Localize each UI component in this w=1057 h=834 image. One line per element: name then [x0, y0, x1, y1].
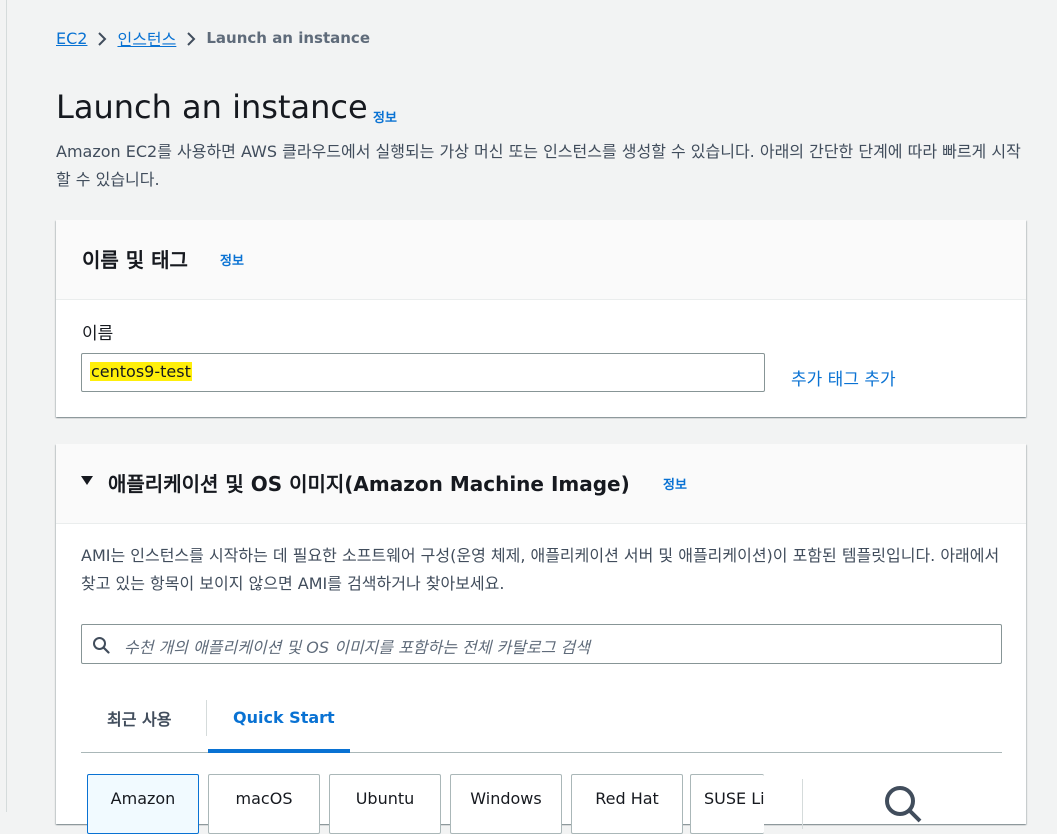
content-left-border — [6, 0, 7, 812]
chevron-right-icon — [87, 29, 117, 48]
name-input[interactable]: centos9-test — [81, 353, 765, 392]
add-tags-link[interactable]: 추가 태그 추가 — [791, 365, 896, 390]
name-tags-info-link[interactable]: 정보 — [220, 250, 244, 269]
breadcrumb-current: Launch an instance — [206, 29, 370, 47]
ami-search-placeholder: 수천 개의 애플리케이션 및 OS 이미지를 포함하는 전체 카탈로그 검색 — [124, 638, 590, 657]
page-title: Launch an instance — [56, 88, 368, 126]
os-tile-windows[interactable]: Windows — [450, 774, 562, 834]
name-label: 이름 — [82, 324, 114, 344]
active-tab-indicator — [208, 749, 350, 753]
breadcrumb: EC2 인스턴스 Launch an instance — [56, 26, 370, 50]
os-tile-label: Red Hat — [595, 789, 659, 808]
tab-quick-start[interactable]: Quick Start — [233, 708, 335, 727]
os-tile-macos[interactable]: macOS — [208, 774, 320, 834]
ami-description: AMI는 인스턴스를 시작하는 데 필요한 소프트웨어 구성(운영 체제, 애플… — [81, 546, 1000, 593]
breadcrumb-instances-link[interactable]: 인스턴스 — [117, 26, 176, 50]
os-tile-label: Ubuntu — [355, 789, 415, 808]
caret-down-icon[interactable] — [81, 476, 93, 485]
ami-search-input[interactable]: 수천 개의 애플리케이션 및 OS 이미지를 포함하는 전체 카탈로그 검색 — [81, 624, 1002, 664]
ami-panel: 애플리케이션 및 OS 이미지(Amazon Machine Image) 정보… — [56, 444, 1026, 834]
os-tile-amazon[interactable]: Amazon — [87, 774, 199, 834]
name-input-value: centos9-test — [90, 362, 192, 381]
ami-header[interactable]: 애플리케이션 및 OS 이미지(Amazon Machine Image) 정보 — [56, 444, 1026, 524]
os-tile-label: macOS — [235, 789, 293, 808]
search-icon — [93, 637, 110, 654]
os-tile-label: SUSE Li — [704, 789, 764, 808]
os-tile-redhat[interactable]: Red Hat — [571, 774, 683, 834]
os-tile-label: Windows — [470, 789, 542, 808]
browse-more-search-icon[interactable] — [882, 783, 922, 823]
page-info-link[interactable]: 정보 — [373, 107, 397, 126]
name-tags-header: 이름 및 태그 정보 — [56, 220, 1026, 300]
breadcrumb-ec2-link[interactable]: EC2 — [56, 29, 87, 48]
os-tile-ubuntu[interactable]: Ubuntu — [329, 774, 441, 834]
ami-title: 애플리케이션 및 OS 이미지(Amazon Machine Image) — [108, 472, 630, 496]
page-description: Amazon EC2를 사용하면 AWS 클라우드에서 실행되는 가상 머신 또… — [56, 142, 1021, 189]
tab-recently-used[interactable]: 최근 사용 — [107, 706, 171, 730]
ami-info-link[interactable]: 정보 — [663, 474, 687, 493]
os-tiles-divider — [802, 779, 803, 829]
name-tags-title: 이름 및 태그 — [82, 248, 188, 272]
chevron-right-icon — [176, 29, 206, 48]
os-tile-suse[interactable]: SUSE Li — [690, 774, 764, 834]
name-tags-panel: 이름 및 태그 정보 이름 centos9-test 추가 태그 추가 — [56, 220, 1026, 417]
tab-divider — [206, 700, 207, 736]
os-tile-label: Amazon — [110, 789, 176, 808]
